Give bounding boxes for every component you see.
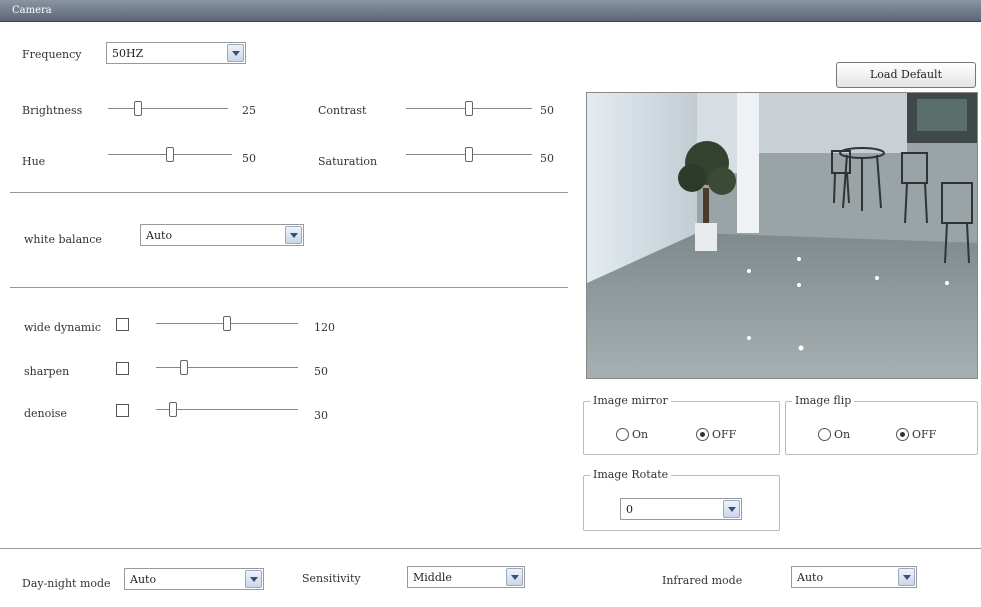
image-mirror-legend: Image mirror	[590, 394, 671, 407]
hue-slider[interactable]	[108, 147, 232, 163]
image-flip-group: Image flip On OFF	[785, 394, 978, 455]
contrast-slider[interactable]	[406, 101, 532, 117]
image-rotate-value: 0	[626, 503, 633, 516]
frequency-value: 50HZ	[112, 47, 144, 60]
denoise-label: denoise	[24, 407, 67, 420]
image-mirror-group: Image mirror On OFF	[583, 394, 780, 455]
sharpen-label: sharpen	[24, 365, 70, 378]
sharpen-value: 50	[314, 365, 328, 378]
contrast-slider-thumb[interactable]	[465, 101, 473, 116]
sharpen-checkbox[interactable]	[116, 362, 129, 375]
image-rotate-legend: Image Rotate	[590, 468, 672, 481]
wide-dynamic-label: wide dynamic	[24, 321, 101, 334]
window-title-bar: Camera	[0, 0, 981, 22]
wide-dynamic-slider[interactable]	[156, 316, 298, 332]
image-rotate-group: Image Rotate 0	[583, 468, 780, 531]
image-flip-on-label: On	[834, 428, 851, 441]
wide-dynamic-checkbox[interactable]	[116, 318, 129, 331]
chevron-down-icon[interactable]	[506, 568, 523, 586]
frequency-select[interactable]: 50HZ	[106, 42, 246, 64]
image-mirror-off-radio[interactable]	[696, 428, 709, 441]
denoise-slider[interactable]	[156, 402, 298, 418]
hue-value: 50	[242, 152, 256, 165]
sensitivity-label: Sensitivity	[302, 572, 361, 585]
section-divider	[10, 192, 568, 193]
section-divider	[0, 548, 981, 549]
load-default-button[interactable]: Load Default	[836, 62, 976, 88]
day-night-mode-label: Day-night mode	[22, 577, 111, 590]
image-rotate-select[interactable]: 0	[620, 498, 742, 520]
image-mirror-on-label: On	[632, 428, 649, 441]
image-mirror-off-label: OFF	[712, 428, 737, 441]
infrared-mode-select[interactable]: Auto	[791, 566, 917, 588]
brightness-label: Brightness	[22, 104, 83, 117]
day-night-mode-select[interactable]: Auto	[124, 568, 264, 590]
chevron-down-icon[interactable]	[245, 570, 262, 588]
denoise-value: 30	[314, 409, 328, 422]
saturation-value: 50	[540, 152, 554, 165]
hue-slider-thumb[interactable]	[166, 147, 174, 162]
image-flip-on-radio[interactable]	[818, 428, 831, 441]
section-divider	[10, 287, 568, 288]
chevron-down-icon[interactable]	[227, 44, 244, 62]
image-flip-legend: Image flip	[792, 394, 855, 407]
chevron-down-icon[interactable]	[723, 500, 740, 518]
day-night-mode-value: Auto	[130, 573, 157, 586]
white-balance-value: Auto	[146, 229, 173, 242]
hue-label: Hue	[22, 155, 46, 168]
camera-preview	[586, 92, 978, 379]
image-flip-off-radio[interactable]	[896, 428, 909, 441]
saturation-slider[interactable]	[406, 147, 532, 163]
denoise-slider-thumb[interactable]	[169, 402, 178, 417]
white-balance-select[interactable]: Auto	[140, 224, 304, 246]
image-flip-off-label: OFF	[912, 428, 937, 441]
brightness-slider-thumb[interactable]	[134, 101, 142, 116]
image-mirror-on-radio[interactable]	[616, 428, 629, 441]
wide-dynamic-slider-thumb[interactable]	[223, 316, 231, 331]
contrast-label: Contrast	[318, 104, 367, 117]
brightness-value: 25	[242, 104, 256, 117]
sharpen-slider[interactable]	[156, 360, 298, 376]
saturation-label: Saturation	[318, 155, 378, 168]
brightness-slider[interactable]	[108, 101, 228, 117]
camera-preview-image	[587, 93, 977, 378]
sharpen-slider-thumb[interactable]	[180, 360, 189, 375]
window-title: Camera	[12, 5, 52, 16]
sensitivity-select[interactable]: Middle	[407, 566, 525, 588]
denoise-checkbox[interactable]	[116, 404, 129, 417]
infrared-mode-label: Infrared mode	[662, 574, 743, 587]
sensitivity-value: Middle	[413, 571, 452, 584]
contrast-value: 50	[540, 104, 554, 117]
frequency-label: Frequency	[22, 48, 82, 61]
chevron-down-icon[interactable]	[285, 226, 302, 244]
chevron-down-icon[interactable]	[898, 568, 915, 586]
saturation-slider-thumb[interactable]	[465, 147, 473, 162]
white-balance-label: white balance	[24, 233, 102, 246]
wide-dynamic-value: 120	[314, 321, 335, 334]
infrared-mode-value: Auto	[797, 571, 824, 584]
